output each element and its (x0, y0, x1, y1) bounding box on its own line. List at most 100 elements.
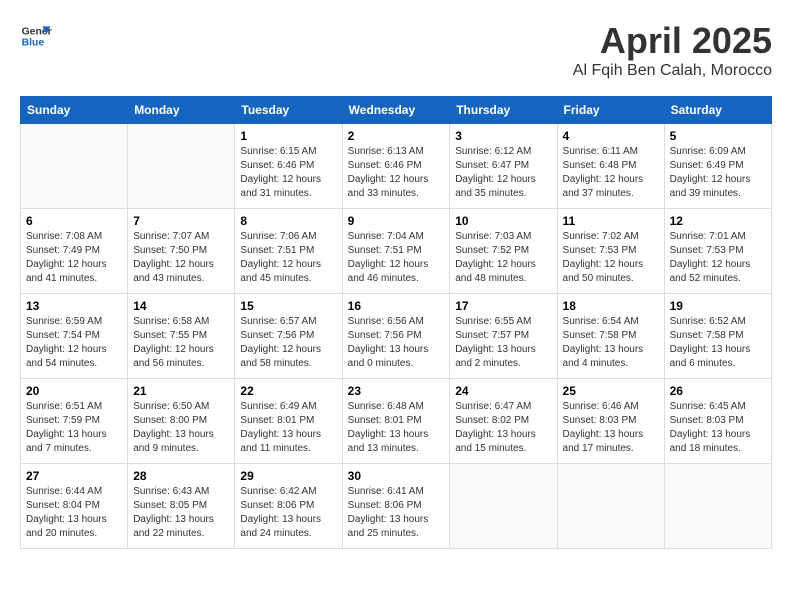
day-number: 13 (26, 299, 122, 313)
day-info: Sunrise: 6:46 AM Sunset: 8:03 PM Dayligh… (563, 400, 659, 456)
day-info: Sunrise: 6:49 AM Sunset: 8:01 PM Dayligh… (240, 400, 336, 456)
day-info: Sunrise: 6:15 AM Sunset: 6:46 PM Dayligh… (240, 145, 336, 201)
calendar-cell: 21Sunrise: 6:50 AM Sunset: 8:00 PM Dayli… (128, 379, 235, 464)
calendar-cell: 22 Sunrise: 6:49 AM Sunset: 8:01 PM Dayli… (235, 379, 342, 464)
day-info: Sunrise: 6:12 AM Sunset: 6:47 PM Dayligh… (455, 145, 551, 201)
calendar-cell (21, 124, 128, 209)
day-info: Sunrise: 6:45 AM Sunset: 8:03 PM Dayligh… (670, 400, 766, 456)
calendar-cell: 26 Sunrise: 6:45 AM Sunset: 8:03 PM Dayli… (664, 379, 771, 464)
calendar-cell: 2Sunrise: 6:13 AM Sunset: 6:46 PM Daylig… (342, 124, 450, 209)
week-row-4: 20Sunrise: 6:51 AM Sunset: 7:59 PM Dayli… (21, 379, 772, 464)
calendar-cell: 11Sunrise: 7:02 AM Sunset: 7:53 PM Dayli… (557, 209, 664, 294)
weekday-header-saturday: Saturday (664, 97, 771, 124)
calendar-cell: 5 Sunrise: 6:09 AM Sunset: 6:49 PM Daylig… (664, 124, 771, 209)
weekday-header-friday: Friday (557, 97, 664, 124)
calendar-cell: 1 Sunrise: 6:15 AM Sunset: 6:46 PM Daylig… (235, 124, 342, 209)
week-row-2: 6 Sunrise: 7:08 AM Sunset: 7:49 PM Daylig… (21, 209, 772, 294)
calendar-cell: 18Sunrise: 6:54 AM Sunset: 7:58 PM Dayli… (557, 294, 664, 379)
calendar-cell: 29 Sunrise: 6:42 AM Sunset: 8:06 PM Dayli… (235, 464, 342, 549)
day-info: Sunrise: 6:41 AM Sunset: 8:06 PM Dayligh… (348, 485, 445, 541)
svg-text:Blue: Blue (22, 38, 45, 49)
day-number: 26 (670, 384, 766, 398)
day-number: 10 (455, 214, 551, 228)
day-info: Sunrise: 7:03 AM Sunset: 7:52 PM Dayligh… (455, 230, 551, 286)
week-row-5: 27 Sunrise: 6:44 AM Sunset: 8:04 PM Dayli… (21, 464, 772, 549)
calendar-cell: 30Sunrise: 6:41 AM Sunset: 8:06 PM Dayli… (342, 464, 450, 549)
day-number: 19 (670, 299, 766, 313)
month-title: April 2025 (573, 20, 772, 62)
logo: General Blue (20, 20, 52, 52)
day-info: Sunrise: 6:09 AM Sunset: 6:49 PM Dayligh… (670, 145, 766, 201)
week-row-3: 13 Sunrise: 6:59 AM Sunset: 7:54 PM Dayli… (21, 294, 772, 379)
day-number: 4 (563, 129, 659, 143)
header: General Blue April 2025 Al Fqih Ben Cala… (20, 20, 772, 80)
day-number: 23 (348, 384, 445, 398)
calendar-cell: 13 Sunrise: 6:59 AM Sunset: 7:54 PM Dayli… (21, 294, 128, 379)
calendar-cell: 7 Sunrise: 7:07 AM Sunset: 7:50 PM Daylig… (128, 209, 235, 294)
calendar-cell: 24 Sunrise: 6:47 AM Sunset: 8:02 PM Dayli… (450, 379, 557, 464)
calendar-cell (664, 464, 771, 549)
calendar-cell: 27 Sunrise: 6:44 AM Sunset: 8:04 PM Dayli… (21, 464, 128, 549)
calendar-cell: 15 Sunrise: 6:57 AM Sunset: 7:56 PM Dayli… (235, 294, 342, 379)
day-info: Sunrise: 6:48 AM Sunset: 8:01 PM Dayligh… (348, 400, 445, 456)
day-info: Sunrise: 6:42 AM Sunset: 8:06 PM Dayligh… (240, 485, 336, 541)
day-info: Sunrise: 6:58 AM Sunset: 7:55 PM Dayligh… (133, 315, 229, 371)
weekday-header-wednesday: Wednesday (342, 97, 450, 124)
day-info: Sunrise: 6:55 AM Sunset: 7:57 PM Dayligh… (455, 315, 551, 371)
day-number: 3 (455, 129, 551, 143)
calendar-cell: 4 Sunrise: 6:11 AM Sunset: 6:48 PM Daylig… (557, 124, 664, 209)
day-info: Sunrise: 6:13 AM Sunset: 6:46 PM Dayligh… (348, 145, 445, 201)
day-number: 21 (133, 384, 229, 398)
day-number: 22 (240, 384, 336, 398)
day-info: Sunrise: 6:56 AM Sunset: 7:56 PM Dayligh… (348, 315, 445, 371)
weekday-header-row: SundayMondayTuesdayWednesdayThursdayFrid… (21, 97, 772, 124)
calendar-cell: 23 Sunrise: 6:48 AM Sunset: 8:01 PM Dayli… (342, 379, 450, 464)
day-info: Sunrise: 7:07 AM Sunset: 7:50 PM Dayligh… (133, 230, 229, 286)
day-info: Sunrise: 6:44 AM Sunset: 8:04 PM Dayligh… (26, 485, 122, 541)
day-number: 6 (26, 214, 122, 228)
calendar-cell: 17Sunrise: 6:55 AM Sunset: 7:57 PM Dayli… (450, 294, 557, 379)
day-number: 29 (240, 469, 336, 483)
day-number: 12 (670, 214, 766, 228)
calendar-cell: 8Sunrise: 7:06 AM Sunset: 7:51 PM Daylig… (235, 209, 342, 294)
calendar-cell: 16 Sunrise: 6:56 AM Sunset: 7:56 PM Dayli… (342, 294, 450, 379)
day-number: 15 (240, 299, 336, 313)
day-number: 18 (563, 299, 659, 313)
title-area: April 2025 Al Fqih Ben Calah, Morocco (573, 20, 772, 80)
day-info: Sunrise: 6:52 AM Sunset: 7:58 PM Dayligh… (670, 315, 766, 371)
day-number: 1 (240, 129, 336, 143)
calendar: SundayMondayTuesdayWednesdayThursdayFrid… (20, 96, 772, 549)
day-number: 16 (348, 299, 445, 313)
day-info: Sunrise: 6:57 AM Sunset: 7:56 PM Dayligh… (240, 315, 336, 371)
day-number: 25 (563, 384, 659, 398)
calendar-cell: 28Sunrise: 6:43 AM Sunset: 8:05 PM Dayli… (128, 464, 235, 549)
day-info: Sunrise: 7:01 AM Sunset: 7:53 PM Dayligh… (670, 230, 766, 286)
weekday-header-monday: Monday (128, 97, 235, 124)
calendar-cell: 20Sunrise: 6:51 AM Sunset: 7:59 PM Dayli… (21, 379, 128, 464)
day-number: 7 (133, 214, 229, 228)
day-number: 24 (455, 384, 551, 398)
day-number: 14 (133, 299, 229, 313)
calendar-cell: 19 Sunrise: 6:52 AM Sunset: 7:58 PM Dayli… (664, 294, 771, 379)
day-info: Sunrise: 6:11 AM Sunset: 6:48 PM Dayligh… (563, 145, 659, 201)
calendar-cell: 9Sunrise: 7:04 AM Sunset: 7:51 PM Daylig… (342, 209, 450, 294)
weekday-header-thursday: Thursday (450, 97, 557, 124)
day-info: Sunrise: 6:47 AM Sunset: 8:02 PM Dayligh… (455, 400, 551, 456)
calendar-cell: 6 Sunrise: 7:08 AM Sunset: 7:49 PM Daylig… (21, 209, 128, 294)
weekday-header-tuesday: Tuesday (235, 97, 342, 124)
calendar-cell (450, 464, 557, 549)
day-info: Sunrise: 7:08 AM Sunset: 7:49 PM Dayligh… (26, 230, 122, 286)
weekday-header-sunday: Sunday (21, 97, 128, 124)
location-title: Al Fqih Ben Calah, Morocco (573, 62, 772, 80)
day-info: Sunrise: 6:43 AM Sunset: 8:05 PM Dayligh… (133, 485, 229, 541)
calendar-cell (557, 464, 664, 549)
logo-icon: General Blue (20, 20, 52, 52)
day-info: Sunrise: 7:06 AM Sunset: 7:51 PM Dayligh… (240, 230, 336, 286)
calendar-cell: 14 Sunrise: 6:58 AM Sunset: 7:55 PM Dayli… (128, 294, 235, 379)
day-number: 5 (670, 129, 766, 143)
day-info: Sunrise: 6:59 AM Sunset: 7:54 PM Dayligh… (26, 315, 122, 371)
day-info: Sunrise: 7:02 AM Sunset: 7:53 PM Dayligh… (563, 230, 659, 286)
calendar-cell: 10 Sunrise: 7:03 AM Sunset: 7:52 PM Dayli… (450, 209, 557, 294)
day-number: 27 (26, 469, 122, 483)
calendar-cell: 25 Sunrise: 6:46 AM Sunset: 8:03 PM Dayli… (557, 379, 664, 464)
